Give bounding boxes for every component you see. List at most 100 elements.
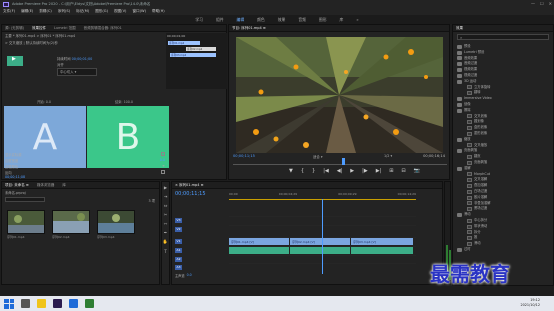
lift-button[interactable]: ⊞: [389, 168, 393, 174]
project-thumbnail[interactable]: [97, 210, 135, 234]
track-select-tool-icon[interactable]: ⇥: [164, 194, 168, 199]
premiere-logo-icon: [3, 1, 9, 7]
menu-graphics[interactable]: 图形(G): [95, 9, 108, 14]
effects-label: 滑动: [464, 212, 471, 217]
mini-clip-b[interactable]: 序列03.mp4: [170, 53, 216, 57]
slip-tool-icon[interactable]: ⇿: [164, 221, 168, 226]
tab-effect-controls[interactable]: 效果控件: [32, 26, 46, 31]
workspace-editing[interactable]: 编辑: [237, 17, 245, 23]
workspace-graphics[interactable]: 图形: [319, 17, 327, 23]
track-header-v2: V2: [175, 226, 182, 232]
add-marker-button[interactable]: ▼: [289, 168, 293, 174]
workspace-assembly[interactable]: 组件: [216, 17, 224, 23]
workspace-learn[interactable]: 学习: [195, 17, 203, 23]
file-explorer-icon[interactable]: [37, 299, 46, 308]
timeline-playhead[interactable]: [322, 199, 323, 274]
menu-edit[interactable]: 编辑(E): [21, 9, 33, 14]
menu-window[interactable]: 窗口(W): [132, 9, 146, 14]
step-back-button[interactable]: ◀|: [337, 168, 343, 174]
tab-program[interactable]: 节目: 序列01.mp4 ≡: [232, 26, 266, 31]
program-timecode[interactable]: 00;00;11;15: [233, 154, 255, 158]
mini-transition[interactable]: 序列02.mp4: [186, 47, 216, 51]
menu-sequence[interactable]: 序列(S): [58, 9, 70, 14]
pen-tool-icon[interactable]: ✒: [164, 230, 168, 235]
step-forward-button[interactable]: |▶: [362, 168, 368, 174]
ripple-edit-tool-icon[interactable]: ⇔: [164, 203, 168, 208]
workspace-effects[interactable]: 效果: [278, 17, 286, 23]
project-thumbnail[interactable]: [52, 210, 90, 234]
project-search-input[interactable]: [5, 197, 45, 202]
resolution-dropdown[interactable]: 1/2 ▾: [384, 154, 392, 158]
menu-marker[interactable]: 标记(M): [76, 9, 89, 14]
mark-in-button[interactable]: {: [301, 168, 304, 174]
play-preview-icon[interactable]: ▶: [7, 56, 16, 62]
workspace-more[interactable]: »: [356, 17, 358, 22]
transition-icon: [467, 207, 472, 212]
timeline-timecode[interactable]: 00;00;11;15: [175, 191, 206, 197]
transition-icon: [467, 114, 472, 119]
menu-help[interactable]: 帮助(H): [152, 9, 165, 14]
timeline-clip[interactable]: 序列02.mp4 [V]: [290, 238, 350, 245]
folder-icon: [457, 50, 462, 55]
timeline-clip[interactable]: 序列03.mp4 [V]: [351, 238, 413, 245]
go-to-in-button[interactable]: |◀: [323, 168, 329, 174]
razor-tool-icon[interactable]: ✂: [164, 212, 168, 217]
program-tabs: 节目: 序列01.mp4 ≡: [229, 25, 449, 32]
browser-taskbar-icon[interactable]: [69, 299, 78, 308]
effect-controls-panel: 源: (无剪辑) 效果控件 Lumetri 范围 音频剪辑混合器: 序列01 主…: [1, 24, 227, 180]
timeline-ruler[interactable]: 00;00 00;00;04;29 00;00;09;29 00;00;14;29: [229, 192, 416, 196]
tab-source[interactable]: 源: (无剪辑): [5, 26, 24, 31]
tab-media-browser[interactable]: 媒体浏览器: [37, 183, 55, 188]
workspace-libraries[interactable]: 库: [340, 17, 344, 23]
premiere-taskbar-icon[interactable]: [53, 299, 62, 308]
transition-icon: [467, 184, 472, 189]
close-button[interactable]: ✕: [549, 1, 552, 6]
reverse-checkbox[interactable]: [161, 170, 165, 174]
effects-search-input[interactable]: ⌕: [457, 34, 549, 40]
tab-audio-clip-mixer[interactable]: 音频剪辑混合器: 序列01: [84, 26, 122, 31]
menu-view[interactable]: 视图(V): [114, 9, 126, 14]
program-playhead[interactable]: [342, 158, 345, 165]
project-thumbnail[interactable]: [7, 210, 45, 234]
menu-clip[interactable]: 剪辑(C): [39, 9, 52, 14]
audio-clip[interactable]: [229, 247, 289, 254]
search-taskbar-icon[interactable]: [21, 299, 30, 308]
mark-out-button[interactable]: }: [312, 168, 315, 174]
border-width-row: 边框宽度 0.0: [5, 158, 165, 163]
export-frame-icon[interactable]: 📷: [414, 168, 420, 174]
align-dropdown[interactable]: 中心切入 ▾: [57, 68, 97, 76]
audio-clip[interactable]: [290, 247, 350, 254]
extract-button[interactable]: ⊟: [401, 168, 405, 174]
workspace-audio[interactable]: 音频: [298, 17, 306, 23]
duration-value[interactable]: 00;00;01;00: [72, 57, 93, 61]
go-to-out-button[interactable]: ▶|: [376, 168, 382, 174]
play-button[interactable]: ▶: [350, 168, 354, 174]
timeline-clip[interactable]: 序列01.mp4 [V]: [229, 238, 289, 245]
tab-project[interactable]: 项目: 未命名 ≡: [5, 183, 29, 188]
tab-effects[interactable]: 效果: [456, 26, 463, 31]
workspace-color[interactable]: 颜色: [257, 17, 265, 23]
menu-file[interactable]: 文件(F): [3, 9, 15, 14]
fit-dropdown[interactable]: 适合 ▾: [313, 154, 323, 159]
tab-sequence[interactable]: × 序列01.mp4 ≡: [175, 183, 204, 188]
minimize-button[interactable]: —: [531, 1, 535, 6]
project-panel: 项目: 未命名 ≡ 媒体浏览器 库 未命名.prproj 3 项 序列01.mp…: [1, 181, 160, 285]
hand-tool-icon[interactable]: ✋: [163, 239, 168, 245]
type-tool-icon[interactable]: T: [164, 249, 167, 254]
tab-lumetri-scopes[interactable]: Lumetri 范围: [54, 26, 76, 31]
folder-icon: [457, 166, 462, 171]
border-width-value[interactable]: 0.0: [160, 158, 165, 163]
taskbar-clock[interactable]: 19:12 2021/10/12: [520, 298, 540, 308]
audio-clip[interactable]: [351, 247, 413, 254]
start-button[interactable]: [4, 298, 14, 309]
program-ruler[interactable]: [233, 160, 447, 165]
eyedropper-icon[interactable]: ✒: [162, 164, 165, 169]
selection-tool-icon[interactable]: ▶: [164, 185, 167, 190]
effects-label: 溶解: [464, 165, 471, 170]
maximize-button[interactable]: ☐: [540, 1, 544, 6]
app-taskbar-icon[interactable]: [85, 299, 94, 308]
show-actual-sources-checkbox[interactable]: [161, 152, 165, 156]
tab-libraries[interactable]: 库: [62, 183, 66, 188]
effects-folder[interactable]: 过时: [457, 247, 549, 253]
mini-clip-a[interactable]: 序列01.mp4: [168, 41, 200, 45]
